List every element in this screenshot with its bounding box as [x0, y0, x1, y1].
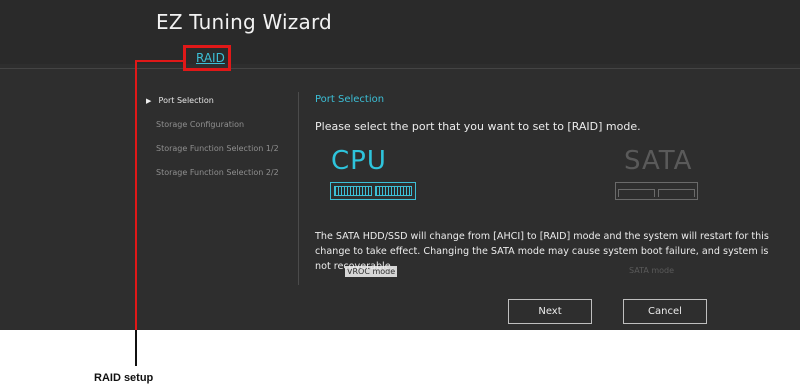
active-step-arrow-icon: ▶: [146, 97, 152, 105]
nav-item-storage-function-1[interactable]: Storage Function Selection 1/2: [146, 144, 296, 168]
instruction-text: Please select the port that you want to …: [315, 120, 641, 133]
nav-item-label: Storage Function Selection 2/2: [156, 168, 279, 177]
port-slot: [618, 189, 655, 197]
section-title: Port Selection: [315, 94, 385, 105]
callout-line-horizontal: [135, 60, 184, 62]
step-navigation: ▶ Port Selection Storage Configuration S…: [146, 96, 296, 192]
raid-highlight-box: [183, 45, 231, 71]
warning-text: The SATA HDD/SSD will change from [AHCI]…: [315, 231, 769, 272]
port-connector-icon: [330, 182, 416, 200]
next-button[interactable]: Next: [508, 299, 592, 324]
content-area: Port Selection Please select the port th…: [315, 94, 785, 277]
nav-item-storage-function-2[interactable]: Storage Function Selection 2/2: [146, 168, 296, 192]
header-divider: [0, 68, 800, 69]
nav-item-label: Port Selection: [158, 96, 214, 105]
content-divider: [298, 92, 299, 285]
callout-line-highlight: [135, 60, 137, 330]
nav-item-label: Storage Function Selection 1/2: [156, 144, 279, 153]
port-slot: [334, 186, 372, 196]
wizard-title: EZ Tuning Wizard: [156, 10, 332, 34]
port-connector-icon: [615, 182, 698, 200]
option-sata-label: SATA: [624, 146, 693, 176]
callout-caption: RAID setup: [94, 372, 154, 384]
wizard-panel: EZ Tuning Wizard RAID ▶ Port Selection S…: [0, 0, 800, 330]
nav-item-label: Storage Configuration: [156, 120, 245, 129]
port-slot: [374, 186, 412, 196]
nav-item-storage-configuration[interactable]: Storage Configuration: [146, 120, 296, 144]
port-slot: [658, 189, 695, 197]
nav-item-port-selection[interactable]: ▶ Port Selection: [146, 96, 296, 120]
cancel-button[interactable]: Cancel: [623, 299, 707, 324]
option-cpu-label: CPU: [331, 146, 387, 176]
